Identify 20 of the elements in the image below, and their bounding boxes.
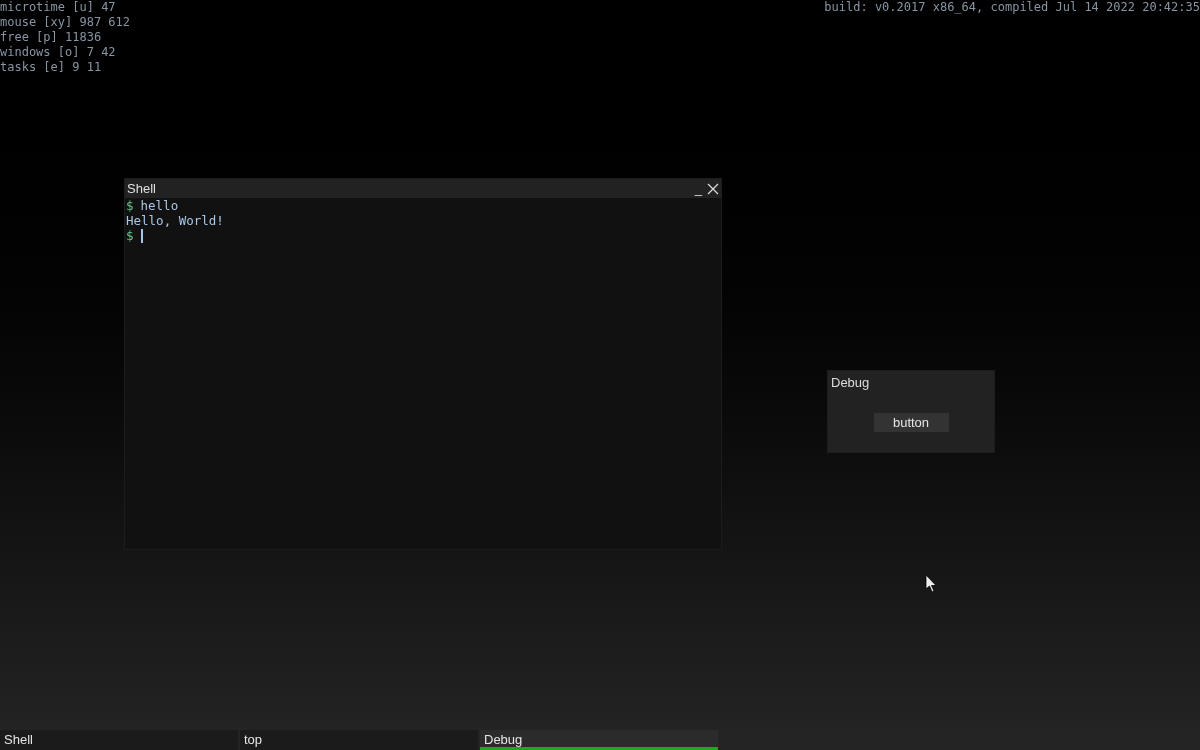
minimize-button[interactable]: _ [693,181,703,196]
stat-line: microtime [u] 47 [0,0,117,15]
stat-line: tasks [e] 9 11 [0,60,103,75]
taskbar-tab[interactable]: Shell [0,730,238,750]
prompt-symbol: $ [126,228,134,243]
debug-button[interactable]: button [873,412,949,432]
prompt-symbol: $ [126,198,134,213]
window-title: Debug [830,374,871,392]
window-title: Shell [127,179,156,198]
stat-line: mouse [xy] 987 612 [0,15,131,30]
text-cursor [140,228,143,243]
command-text: hello [140,198,179,213]
mouse-pointer-icon [925,574,937,593]
stat-line: free [p] 11836 [0,30,103,45]
close-icon[interactable] [707,182,719,195]
taskbar-tab[interactable]: Debug [480,730,718,750]
stat-line: windows [o] 7 42 [0,45,117,60]
taskbar-tab[interactable]: top [240,730,478,750]
output-text: Hello, World! [126,213,224,228]
build-info: build: v0.2017 x86_64, compiled Jul 14 2022 20:42:35 [824,0,1200,15]
